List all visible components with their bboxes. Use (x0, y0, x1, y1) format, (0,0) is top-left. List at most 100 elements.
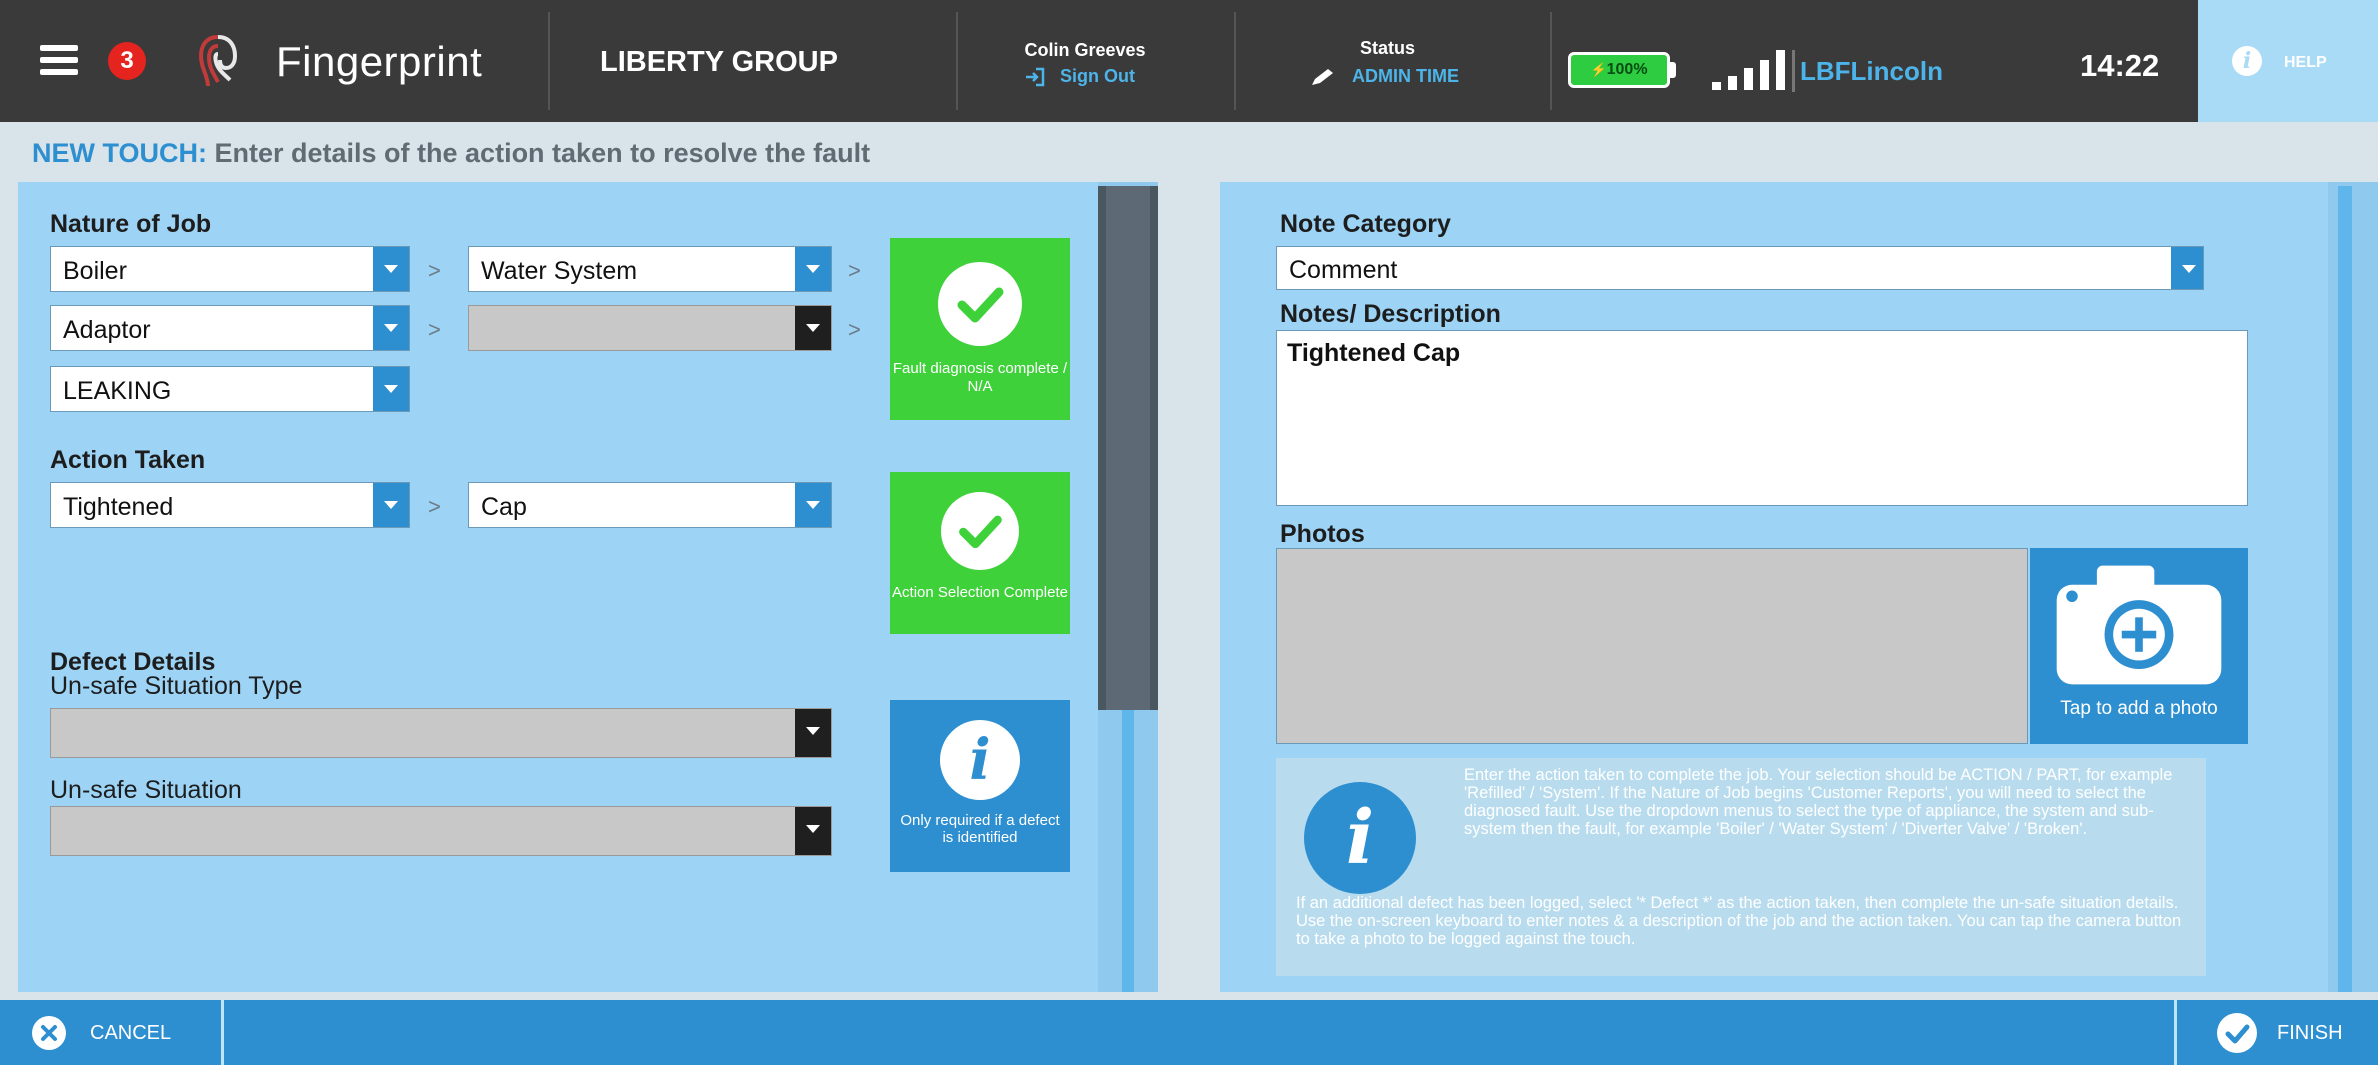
action-taken-label: Action Taken (50, 446, 206, 474)
defect-info-caption: Only required if a defect is identified (900, 812, 1060, 846)
divider (956, 12, 958, 110)
check-icon (941, 492, 1019, 570)
info-icon: i (2232, 46, 2262, 76)
user-name: Colin Greeves (1024, 40, 1146, 60)
finish-check-icon (2217, 1013, 2257, 1053)
separator: > (848, 258, 861, 283)
right-scrollbar-rail (2338, 186, 2352, 992)
appliance-value: Boiler (63, 257, 127, 285)
chevron-down-icon (373, 247, 409, 291)
notes-description-label: Notes/ Description (1280, 300, 1501, 328)
add-photo-button[interactable]: Tap to add a photo (2030, 548, 2248, 744)
component-select[interactable] (468, 305, 832, 351)
divider (548, 12, 550, 110)
right-scrollbar-track[interactable] (2328, 182, 2378, 992)
fault-select[interactable]: LEAKING (50, 366, 410, 412)
photos-label: Photos (1280, 520, 1365, 548)
status-label: Status (1360, 38, 1416, 58)
appliance-select[interactable]: Boiler (50, 246, 410, 292)
cancel-icon (32, 1016, 66, 1050)
separator: > (428, 258, 441, 283)
help-info-box: i Enter the action taken to complete the… (1276, 758, 2206, 976)
chevron-down-icon (2171, 247, 2203, 289)
cancel-label: CANCEL (90, 1022, 172, 1044)
divider (1550, 12, 1552, 110)
chevron-down-icon (373, 483, 409, 527)
cancel-button[interactable]: CANCEL (0, 1000, 224, 1065)
info-icon: i (940, 720, 1020, 800)
subsystem-value: Adaptor (63, 316, 151, 344)
camera-plus-icon (2056, 565, 2222, 685)
notes-description-field[interactable]: Tightened Cap (1276, 330, 2248, 506)
finish-label: FINISH (2277, 1022, 2343, 1044)
chevron-down-icon (795, 483, 831, 527)
chevron-down-icon (795, 709, 831, 757)
part-select[interactable]: Cap (468, 482, 832, 528)
sign-out-icon (1026, 68, 1045, 87)
fault-diagnosis-complete-button[interactable]: Fault diagnosis complete / N/A (890, 238, 1070, 420)
unsafe-situation-select[interactable] (50, 806, 832, 856)
system-value: Water System (481, 257, 638, 285)
page-title-text: Enter details of the action taken to res… (207, 138, 871, 168)
logo-text: Fingerprint (276, 38, 483, 85)
unsafe-situation-label: Un-safe Situation (50, 776, 242, 804)
fingerprint-logo-icon (198, 35, 238, 87)
sign-out-label: Sign Out (1060, 66, 1135, 86)
separator: > (428, 317, 441, 342)
network-name: LBFLincoln (1800, 56, 1943, 86)
nature-of-job-label: Nature of Job (50, 210, 212, 238)
add-photo-caption: Tap to add a photo (2060, 698, 2218, 719)
check-icon (938, 262, 1022, 346)
chevron-down-icon (795, 306, 831, 350)
chevron-down-icon (373, 367, 409, 411)
photo-preview-area (1276, 548, 2028, 744)
sign-out-link[interactable]: Sign Out (1024, 66, 1135, 88)
left-scrollbar-thumb[interactable] (1098, 186, 1158, 710)
note-category-select[interactable]: Comment (1276, 246, 2204, 290)
info-icon: i (1304, 782, 1416, 894)
page-title-accent: NEW TOUCH: (32, 138, 207, 168)
help-label: HELP (2284, 54, 2327, 71)
note-category-value: Comment (1289, 256, 1398, 284)
info-text-2: If an additional defect has been logged,… (1296, 894, 2182, 948)
unsafe-situation-type-select[interactable] (50, 708, 832, 758)
fault-diagnosis-caption: Fault diagnosis complete / N/A (892, 360, 1068, 395)
info-text-1: Enter the action taken to complete the j… (1464, 766, 2173, 838)
defect-info-tile: i Only required if a defect is identifie… (890, 700, 1070, 872)
battery-icon: ⚡100% (1568, 52, 1670, 88)
left-scrollbar-rail (1122, 710, 1134, 992)
divider (1234, 12, 1236, 110)
divider (1792, 50, 1795, 92)
finish-button[interactable]: FINISH (2174, 1000, 2378, 1065)
status-value: ADMIN TIME (1352, 66, 1459, 86)
footer-bar: CANCEL FINISH (0, 1000, 2378, 1065)
notification-badge[interactable]: 3 (108, 42, 146, 80)
help-button[interactable]: i HELP (2198, 0, 2378, 122)
chevron-down-icon (373, 306, 409, 350)
action-value: Tightened (63, 493, 174, 521)
status-selector[interactable]: ADMIN TIME (1310, 66, 1459, 87)
action-select[interactable]: Tightened (50, 482, 410, 528)
company-name: LIBERTY GROUP (600, 46, 838, 78)
hamburger-menu-icon[interactable] (40, 45, 78, 75)
page-title: NEW TOUCH: Enter details of the action t… (32, 138, 870, 169)
clock: 14:22 (2080, 48, 2160, 83)
pencil-icon (1312, 69, 1333, 86)
note-category-label: Note Category (1280, 210, 1451, 238)
action-selection-complete-button[interactable]: Action Selection Complete (890, 472, 1070, 634)
part-value: Cap (481, 493, 527, 521)
notes-description-value: Tightened Cap (1287, 339, 1461, 367)
separator: > (848, 317, 861, 342)
fault-value: LEAKING (63, 377, 172, 405)
subsystem-select[interactable]: Adaptor (50, 305, 410, 351)
signal-icon (1710, 48, 1790, 90)
unsafe-situation-type-label: Un-safe Situation Type (50, 672, 303, 700)
system-select[interactable]: Water System (468, 246, 832, 292)
separator: > (428, 494, 441, 519)
battery-level: 100% (1606, 61, 1648, 78)
action-selection-caption: Action Selection Complete (892, 584, 1068, 601)
battery-nub (1670, 62, 1676, 78)
chevron-down-icon (795, 247, 831, 291)
top-bar: 3 Fingerprint LIBERTY GROUP Colin Greeve… (0, 0, 2378, 122)
chevron-down-icon (795, 807, 831, 855)
